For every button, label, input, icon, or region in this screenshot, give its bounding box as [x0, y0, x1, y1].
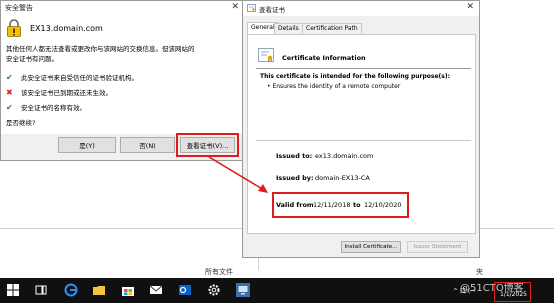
highlight-box-validity — [272, 192, 409, 218]
check-row-trusted: ✔ 此安全证书来自受信任的证书验证机构。 — [6, 72, 138, 83]
check-row-expired: ✖ 该安全证书已到期或还未生效。 — [6, 87, 112, 98]
outlook-icon[interactable] — [178, 283, 192, 297]
issued-by-label: Issued by: — [276, 174, 314, 182]
purpose-heading: This certificate is intended for the fol… — [260, 73, 451, 80]
file-explorer-icon[interactable] — [92, 283, 106, 297]
settings-gear-icon[interactable] — [207, 283, 221, 297]
install-certificate-button[interactable]: Install Certificate... — [341, 241, 401, 253]
certificate-info-icon — [258, 48, 274, 62]
windows-start-icon[interactable] — [6, 283, 20, 297]
remote-desktop-icon[interactable] — [236, 283, 250, 297]
issued-by-value: domain-EX13-CA — [315, 174, 370, 182]
certificate-dialog: 查看证书 ✕ General Details Certification Pat… — [242, 0, 480, 258]
check-row-name-valid: ✔ 安全证书的名称有效。 — [6, 102, 86, 113]
divider — [256, 140, 471, 141]
alert-description: 其他任何人都无法查看或更改你与该网站的交换信息。但该网站的 — [6, 45, 195, 53]
issued-to-value: ex13.domain.com — [315, 152, 374, 160]
edge-browser-icon[interactable] — [64, 283, 78, 297]
check-icon: ✔ — [6, 72, 13, 82]
check-text: 该安全证书已到期或还未生效。 — [21, 89, 112, 97]
warning-lock-icon — [7, 19, 21, 37]
tab-certification-path[interactable]: Certification Path — [302, 23, 362, 34]
highlight-box-view-button — [176, 133, 239, 157]
security-alert-titlebar[interactable]: 安全警告 ✕ — [1, 1, 243, 15]
check-icon: ✔ — [6, 102, 13, 112]
check-text: 此安全证书来自受信任的证书验证机构。 — [21, 74, 138, 82]
task-view-icon[interactable] — [34, 283, 48, 297]
check-text: 安全证书的名称有效。 — [21, 104, 86, 112]
continue-question: 是否继续? — [6, 119, 36, 127]
certificate-icon — [247, 4, 256, 12]
divider — [256, 68, 471, 69]
issuer-statement-button: Issuer Statement — [407, 241, 468, 253]
security-alert-title: 安全警告 — [5, 4, 33, 12]
cross-icon: ✖ — [6, 87, 13, 97]
highlight-box-clock — [494, 282, 531, 302]
no-button[interactable]: 否(N) — [120, 137, 175, 153]
certificate-titlebar[interactable]: 查看证书 ✕ — [243, 1, 479, 16]
yes-button[interactable]: 是(Y) — [58, 137, 116, 153]
background-text-2: 夹 — [476, 268, 483, 276]
alert-description-line2: 安全证书有问题。 — [6, 55, 58, 63]
close-icon[interactable]: ✕ — [231, 2, 239, 12]
issued-to-label: Issued to: — [276, 152, 313, 160]
store-icon[interactable] — [121, 283, 135, 297]
background-text: 所有文件 — [205, 268, 233, 276]
mail-icon[interactable] — [149, 283, 163, 297]
site-domain: EX13.domain.com — [30, 24, 103, 33]
certificate-info-heading: Certificate Information — [282, 54, 366, 62]
tab-details[interactable]: Details — [274, 23, 303, 34]
purpose-item: • Ensures the identity of a remote compu… — [267, 83, 401, 90]
certificate-title: 查看证书 — [259, 6, 285, 14]
close-icon[interactable]: ✕ — [466, 2, 474, 12]
